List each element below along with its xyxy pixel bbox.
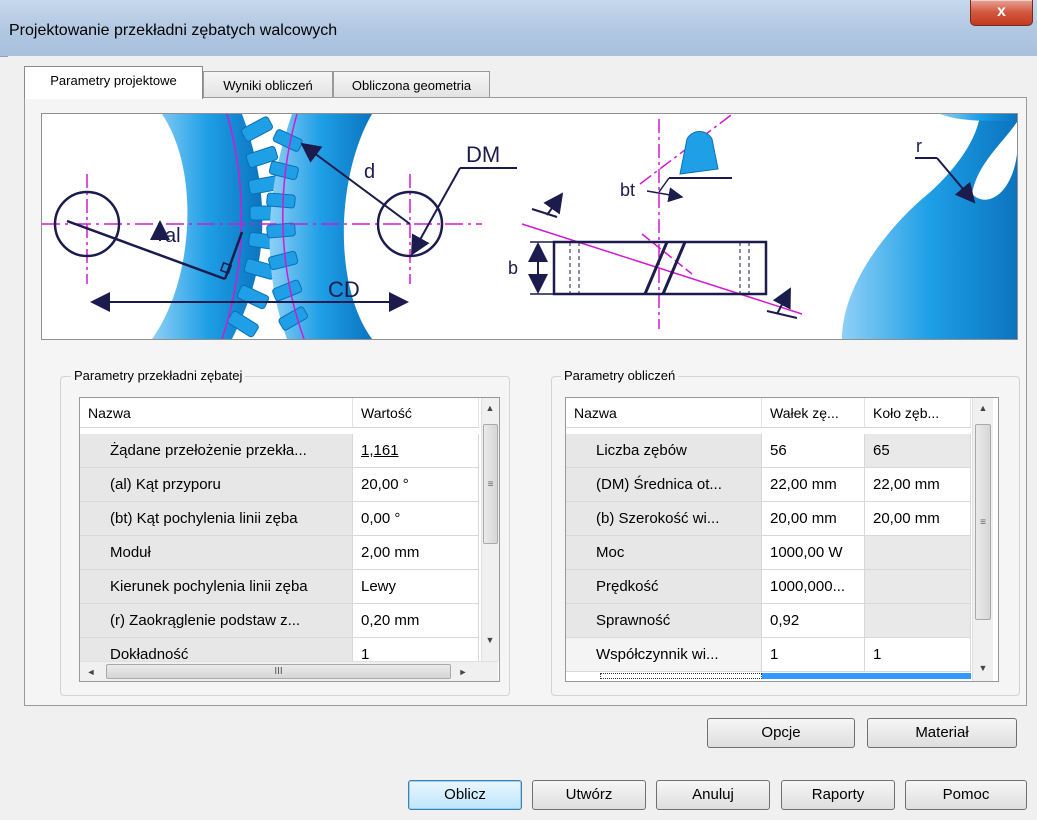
grip-icon: ≡ [487,479,494,490]
param-name: Żądane przełożenie przekła... [80,434,353,468]
col-header-wartosc[interactable]: Wartość [353,398,479,428]
calc-params-vscrollbar[interactable]: ▲ ≡ ▼ [972,398,993,681]
param-value[interactable]: 0,20 mm [353,604,479,638]
tab-obliczona-geometria[interactable]: Obliczona geometria [333,71,490,99]
helix-schematic: bt b [508,114,803,329]
tooth-root-detail: r [842,114,1017,339]
grip-icon: III [274,666,283,677]
col-header-nazwa[interactable]: Nazwa [566,398,762,428]
title-bar: Projektowanie przekładni zębatych walcow… [0,0,1037,57]
param-name: (al) Kąt przyporu [80,468,353,502]
param-value[interactable]: 2,00 mm [353,536,479,570]
param-name: (b) Szerokość wi... [566,502,762,536]
label-r: r [916,136,922,156]
param-name: Sprawność [566,604,762,638]
scroll-down-icon[interactable]: ▼ [975,660,991,676]
col-header-nazwa[interactable]: Nazwa [80,398,353,428]
param-name: (bt) Kąt pochylenia linii zęba [80,502,353,536]
param-name: Moduł [80,536,353,570]
param-value-pinion[interactable]: 20,00 mm [762,502,865,536]
scroll-right-icon[interactable]: ► [455,664,471,680]
param-name: Prędkość [566,570,762,604]
param-value-gear[interactable]: 20,00 mm [865,502,971,536]
reports-button[interactable]: Raporty [781,780,895,810]
label-dm: DM [466,142,500,167]
label-d: d [364,161,375,183]
param-value-pinion[interactable]: 22,00 mm [762,468,865,502]
tab-wyniki-obliczen[interactable]: Wyniki obliczeń [203,71,333,99]
cancel-button[interactable]: Anuluj [656,780,770,810]
scroll-down-icon[interactable]: ▼ [482,632,498,648]
gear-diagram-svg: al d DM CD bt b r [42,114,1017,339]
tab-parametry-projektowe[interactable]: Parametry projektowe [24,66,203,99]
tab-label: Obliczona geometria [351,78,472,93]
material-button[interactable]: Materiał [867,718,1017,748]
param-value-pinion[interactable]: 0,92 [762,604,865,638]
param-value-gear[interactable]: 22,00 mm [865,468,971,502]
selected-row-highlight[interactable] [762,673,971,679]
close-icon: x [997,3,1006,20]
col-header-walek[interactable]: Wałek zę... [762,398,865,428]
close-button[interactable]: x [970,0,1033,26]
param-value-gear[interactable]: 65 [865,434,971,468]
param-value[interactable]: Lewy [353,570,479,604]
label-b: b [508,258,518,278]
param-value[interactable]: 20,00 ° [353,468,479,502]
calc-params-title: Parametry obliczeń [561,368,679,383]
param-value-pinion[interactable]: 56 [762,434,865,468]
tab-label: Parametry projektowe [50,73,177,88]
scroll-thumb[interactable]: ≡ [483,424,498,544]
window-title: Projektowanie przekładni zębatych walcow… [9,22,338,39]
param-name: (DM) Średnica ot... [566,468,762,502]
param-value-gear [865,536,971,570]
param-name: Współczynnik wi... [566,638,762,672]
param-name: (r) Zaokrąglenie podstaw z... [80,604,353,638]
param-value-pinion[interactable]: 1000,000... [762,570,865,604]
gear-diagram: al d DM CD bt b r [41,113,1018,340]
param-value-gear [865,570,971,604]
calculate-button[interactable]: Oblicz [408,780,522,810]
scroll-up-icon[interactable]: ▲ [975,400,991,416]
param-value-pinion[interactable]: 1 [762,638,865,672]
label-bt: bt [620,180,635,200]
options-button[interactable]: Opcje [707,718,855,748]
label-cd: CD [328,277,360,302]
param-name: Kierunek pochylenia linii zęba [80,570,353,604]
param-value-gear[interactable]: 1 [865,638,971,672]
param-value[interactable]: 0,00 ° [353,502,479,536]
param-value-pinion[interactable]: 1000,00 W [762,536,865,570]
param-name: Moc [566,536,762,570]
create-button[interactable]: Utwórz [532,780,646,810]
param-name: Liczba zębów [566,434,762,468]
calc-params-grid: Nazwa Wałek zę... Koło zęb... Liczba zęb… [565,397,999,682]
gear-params-grid: Nazwa Wartość Żądane przełożenie przekła… [79,397,500,682]
help-button[interactable]: Pomoc [905,780,1027,810]
scroll-left-icon[interactable]: ◄ [83,664,99,680]
scroll-thumb[interactable]: ≡ [975,424,991,620]
grip-icon: ≡ [980,517,986,528]
tab-label: Wyniki obliczeń [223,78,313,93]
col-header-kolo[interactable]: Koło zęb... [865,398,971,428]
gear-params-vscrollbar[interactable]: ▲ ≡ ▼ [481,398,499,661]
param-value-gear [865,604,971,638]
scroll-up-icon[interactable]: ▲ [482,400,498,416]
hscroll-thumb[interactable]: III [106,664,451,679]
gear-params-title: Parametry przekładni zębatej [71,368,246,383]
gear-params-hscrollbar[interactable]: ◄ III ► [80,661,498,681]
selected-row-focus[interactable] [600,673,762,679]
param-value[interactable]: 1,161 [353,434,479,468]
label-al: al [165,225,181,247]
